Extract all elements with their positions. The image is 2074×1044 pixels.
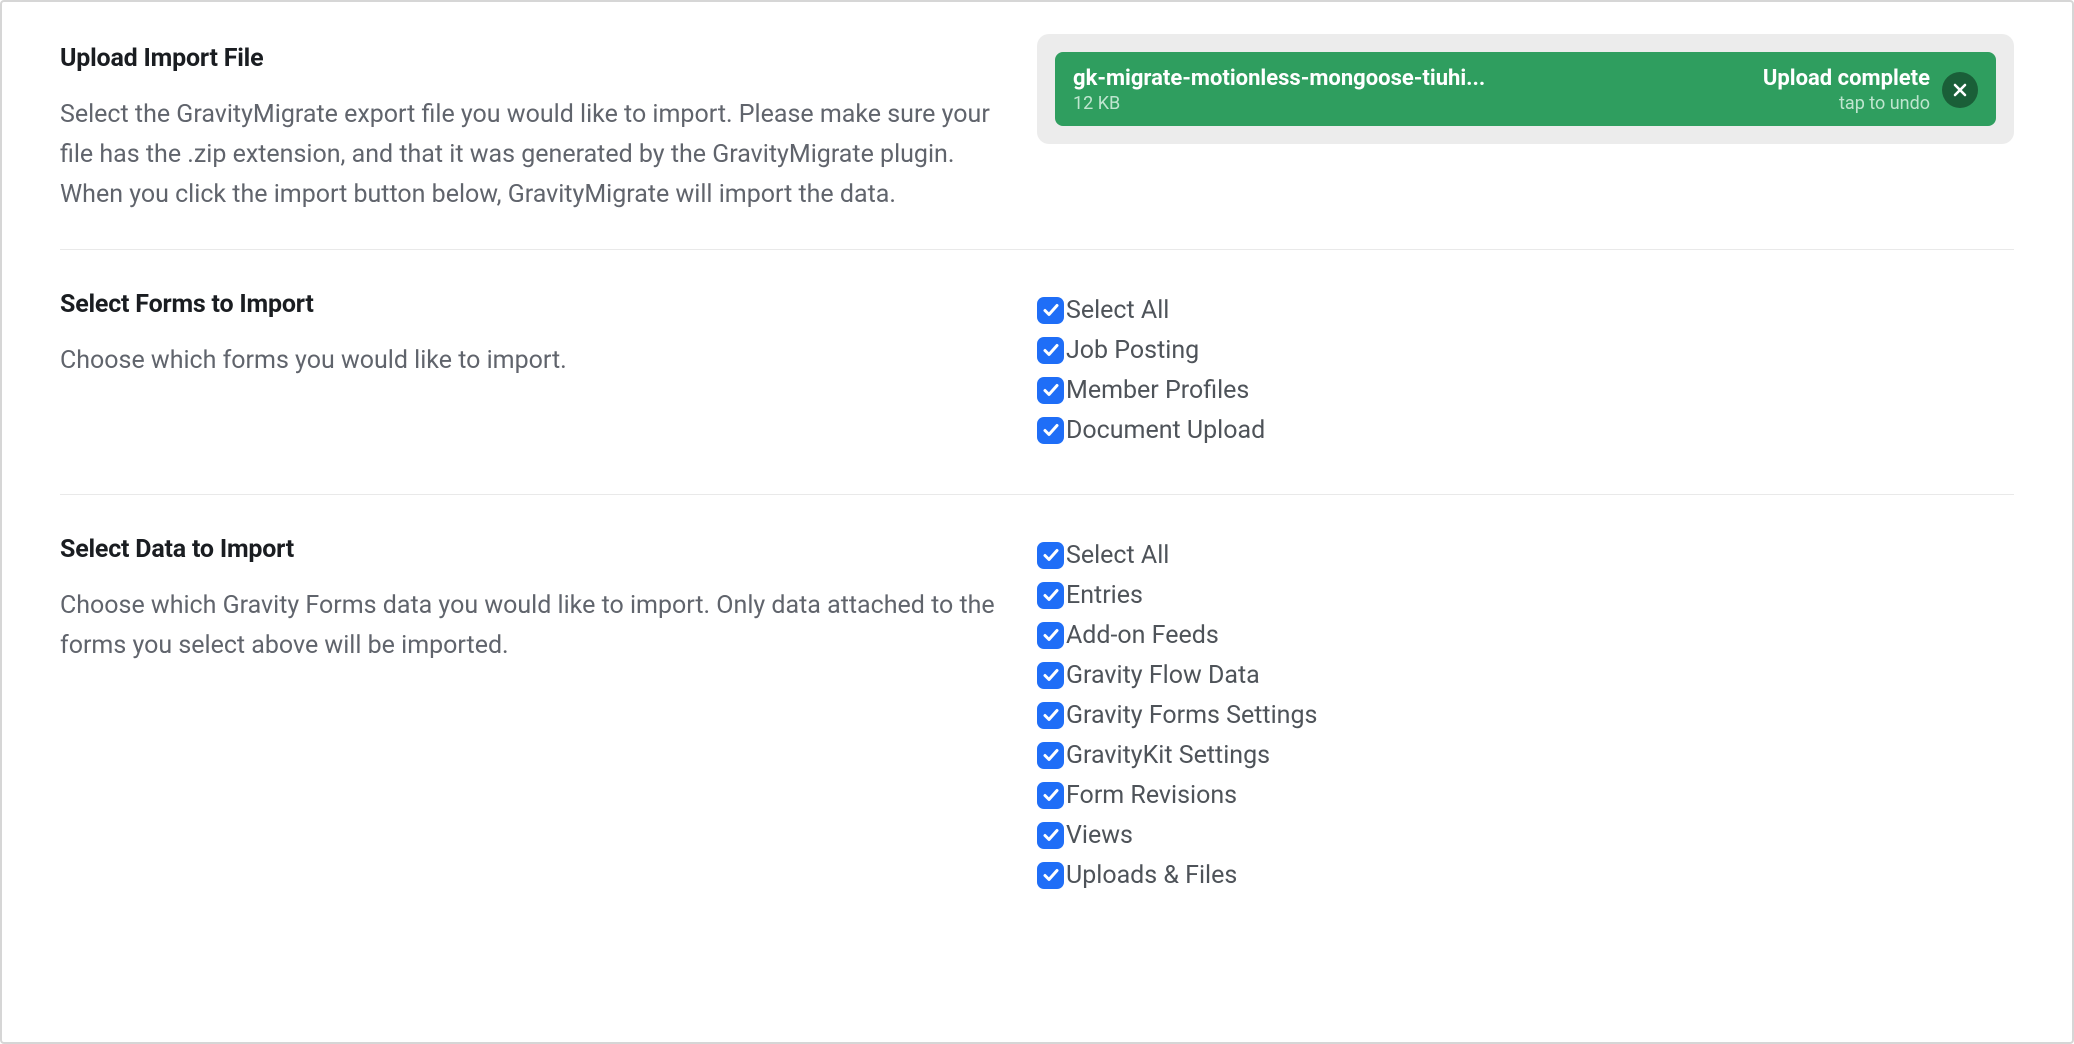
forms-section-title: Select Forms to Import <box>60 290 997 319</box>
upload-filename: gk-migrate-motionless-mongoose-tiuhi... <box>1073 66 1745 91</box>
section-forms-left: Select Forms to Import Choose which form… <box>60 288 1037 450</box>
forms-select-all-checkbox[interactable] <box>1037 297 1064 324</box>
forms-select-all-row: Select All <box>1037 290 2014 330</box>
checkbox-label: Gravity Flow Data <box>1066 661 1260 690</box>
section-upload-right: gk-migrate-motionless-mongoose-tiuhi... … <box>1037 42 2014 215</box>
data-item-checkbox[interactable] <box>1037 662 1064 689</box>
upload-filesize: 12 KB <box>1073 93 1745 114</box>
section-data-left: Select Data to Import Choose which Gravi… <box>60 533 1037 895</box>
forms-item-row: Document Upload <box>1037 410 2014 450</box>
checkbox-label: Select All <box>1066 541 1169 570</box>
upload-remove-button[interactable] <box>1942 72 1978 108</box>
data-item-row: Views <box>1037 815 2014 855</box>
data-section-title: Select Data to Import <box>60 535 997 564</box>
data-item-row: Gravity Forms Settings <box>1037 695 2014 735</box>
check-icon <box>1042 866 1060 884</box>
import-settings-panel: Upload Import File Select the GravityMig… <box>0 0 2074 1044</box>
data-item-row: Add-on Feeds <box>1037 615 2014 655</box>
checkbox-label: Entries <box>1066 581 1143 610</box>
section-select-data: Select Data to Import Choose which Gravi… <box>60 533 2014 895</box>
check-icon <box>1042 826 1060 844</box>
data-checkbox-list: Select All Entries Add-on Feeds Gravity … <box>1037 533 2014 895</box>
close-icon <box>1952 82 1968 98</box>
checkbox-label: Add-on Feeds <box>1066 621 1219 650</box>
upload-undo-hint: tap to undo <box>1763 93 1930 114</box>
data-item-checkbox[interactable] <box>1037 622 1064 649</box>
section-upload-file: Upload Import File Select the GravityMig… <box>60 42 2014 250</box>
upload-section-desc: Select the GravityMigrate export file yo… <box>60 95 997 215</box>
check-icon <box>1042 301 1060 319</box>
section-upload-left: Upload Import File Select the GravityMig… <box>60 42 1037 215</box>
check-icon <box>1042 586 1060 604</box>
upload-dropzone[interactable]: gk-migrate-motionless-mongoose-tiuhi... … <box>1037 34 2014 144</box>
checkbox-label: GravityKit Settings <box>1066 741 1270 770</box>
data-item-checkbox[interactable] <box>1037 702 1064 729</box>
upload-status-block: Upload complete tap to undo <box>1763 66 1942 114</box>
check-icon <box>1042 626 1060 644</box>
check-icon <box>1042 666 1060 684</box>
upload-status-text: Upload complete <box>1763 66 1930 91</box>
forms-item-checkbox[interactable] <box>1037 377 1064 404</box>
forms-checkbox-list: Select All Job Posting Member Profiles D… <box>1037 288 2014 450</box>
forms-item-row: Member Profiles <box>1037 370 2014 410</box>
upload-file-info: gk-migrate-motionless-mongoose-tiuhi... … <box>1073 66 1763 114</box>
check-icon <box>1042 706 1060 724</box>
upload-section-title: Upload Import File <box>60 44 997 73</box>
check-icon <box>1042 341 1060 359</box>
check-icon <box>1042 546 1060 564</box>
checkbox-label: Document Upload <box>1066 416 1265 445</box>
data-item-checkbox[interactable] <box>1037 582 1064 609</box>
data-item-checkbox[interactable] <box>1037 782 1064 809</box>
data-item-row: Uploads & Files <box>1037 855 2014 895</box>
forms-item-checkbox[interactable] <box>1037 417 1064 444</box>
checkbox-label: Uploads & Files <box>1066 861 1237 890</box>
check-icon <box>1042 381 1060 399</box>
data-select-all-row: Select All <box>1037 535 2014 575</box>
data-item-row: GravityKit Settings <box>1037 735 2014 775</box>
check-icon <box>1042 421 1060 439</box>
data-item-checkbox[interactable] <box>1037 862 1064 889</box>
check-icon <box>1042 746 1060 764</box>
forms-item-row: Job Posting <box>1037 330 2014 370</box>
data-item-checkbox[interactable] <box>1037 742 1064 769</box>
checkbox-label: Form Revisions <box>1066 781 1237 810</box>
checkbox-label: Member Profiles <box>1066 376 1249 405</box>
check-icon <box>1042 786 1060 804</box>
data-select-all-checkbox[interactable] <box>1037 542 1064 569</box>
data-item-checkbox[interactable] <box>1037 822 1064 849</box>
data-item-row: Form Revisions <box>1037 775 2014 815</box>
checkbox-label: Views <box>1066 821 1133 850</box>
checkbox-label: Job Posting <box>1066 336 1199 365</box>
section-select-forms: Select Forms to Import Choose which form… <box>60 288 2014 495</box>
checkbox-label: Gravity Forms Settings <box>1066 701 1317 730</box>
checkbox-label: Select All <box>1066 296 1169 325</box>
data-item-row: Entries <box>1037 575 2014 615</box>
forms-section-desc: Choose which forms you would like to imp… <box>60 341 997 381</box>
forms-item-checkbox[interactable] <box>1037 337 1064 364</box>
data-item-row: Gravity Flow Data <box>1037 655 2014 695</box>
uploaded-file-banner: gk-migrate-motionless-mongoose-tiuhi... … <box>1055 52 1996 126</box>
data-section-desc: Choose which Gravity Forms data you woul… <box>60 586 997 666</box>
